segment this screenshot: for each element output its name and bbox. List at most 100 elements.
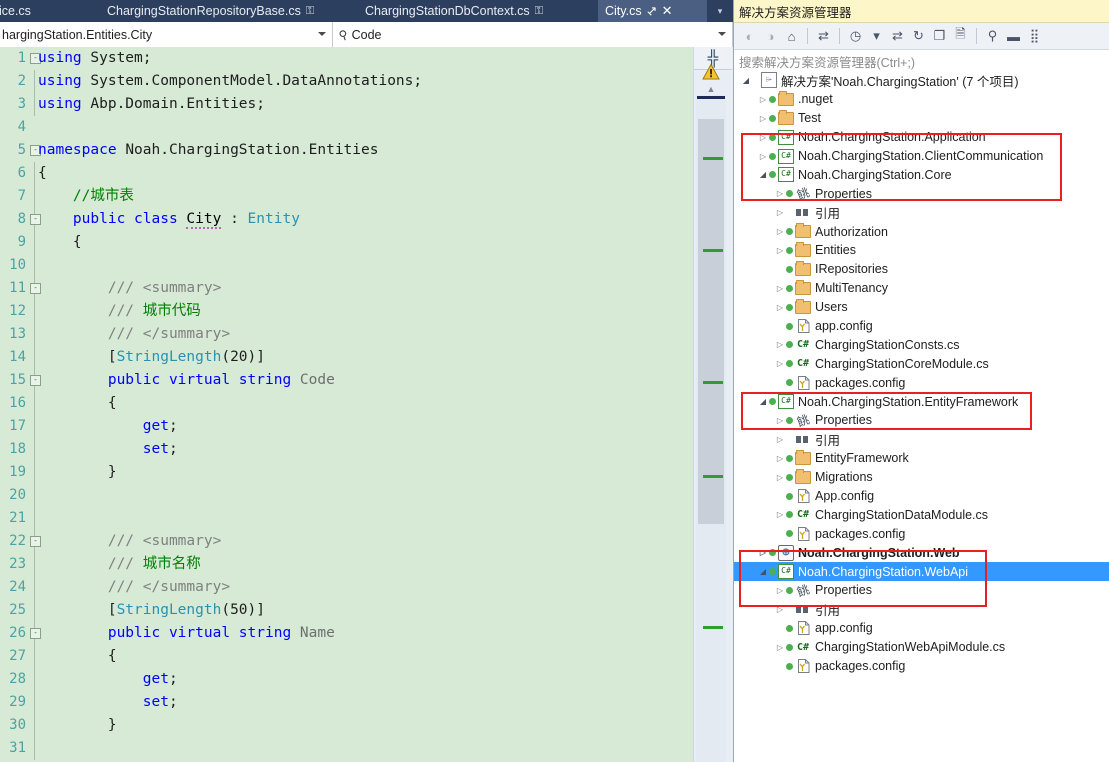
tree-item-25[interactable]: ▷⊕Noah.ChargingStation.Web <box>734 543 1109 562</box>
expander-closed-icon[interactable]: ▷ <box>774 600 786 618</box>
editor-tab-1[interactable]: ChargingStationRepositoryBase.cs⚿ <box>100 0 372 22</box>
expander-closed-icon[interactable]: ▷ <box>774 223 786 241</box>
solution-tree[interactable]: ◢⌲解决方案'Noah.ChargingStation' (7 个项目)▷.nu… <box>734 71 1109 762</box>
expander-closed-icon[interactable]: ▷ <box>774 204 786 222</box>
type-dropdown[interactable]: hargingStation.Entities.City <box>0 22 333 47</box>
tree-item-15[interactable]: ▷C#ChargingStationCoreModule.cs <box>734 354 1109 373</box>
expander-closed-icon[interactable]: ▷ <box>757 128 769 146</box>
code-line[interactable]: 3using Abp.Domain.Entities; <box>0 93 693 116</box>
tree-item-23[interactable]: ▷C#ChargingStationDataModule.cs <box>734 505 1109 524</box>
class-view-icon[interactable]: ⣿ <box>1025 27 1044 46</box>
editor-tab-3[interactable]: City.cs↥✕ <box>598 0 707 22</box>
code-line[interactable]: 15- public virtual string Code <box>0 369 693 392</box>
code-line[interactable]: 27 { <box>0 645 693 668</box>
code-content[interactable]: 1-using System;2using System.ComponentMo… <box>0 47 693 760</box>
code-line[interactable]: 28 get; <box>0 668 693 691</box>
code-line[interactable]: 2using System.ComponentModel.DataAnnotat… <box>0 70 693 93</box>
tree-item-24[interactable]: packages.config <box>734 524 1109 543</box>
expander-closed-icon[interactable]: ▷ <box>774 638 786 656</box>
expander-closed-icon[interactable]: ▷ <box>774 430 786 448</box>
expander-closed-icon[interactable]: ▷ <box>774 279 786 297</box>
pin-icon[interactable]: ↥ <box>640 0 663 22</box>
vertical-scrollbar-thumb[interactable] <box>698 119 724 524</box>
code-line[interactable]: 9 { <box>0 231 693 254</box>
expander-closed-icon[interactable]: ▷ <box>774 581 786 599</box>
tree-item-13[interactable]: app.config <box>734 317 1109 336</box>
dash-icon[interactable]: ▬ <box>1004 27 1023 46</box>
code-line[interactable]: 29 set; <box>0 691 693 714</box>
code-line[interactable]: 7 //城市表 <box>0 185 693 208</box>
tree-item-26[interactable]: ◢C#Noah.ChargingStation.WebApi <box>734 562 1109 581</box>
code-line[interactable]: 23 /// 城市名称 <box>0 553 693 576</box>
tree-item-9[interactable]: ▷Entities <box>734 241 1109 260</box>
code-line[interactable]: 21 <box>0 507 693 530</box>
tree-item-2[interactable]: ▷Test <box>734 109 1109 128</box>
code-line[interactable]: 20 <box>0 484 693 507</box>
expander-closed-icon[interactable]: ▷ <box>774 336 786 354</box>
editor-tab-0[interactable]: yService.cs <box>0 0 114 22</box>
tree-item-12[interactable]: ▷Users <box>734 298 1109 317</box>
code-line[interactable]: 30 } <box>0 714 693 737</box>
expander-closed-icon[interactable]: ▷ <box>774 185 786 203</box>
scroll-up-arrow[interactable]: ▲ <box>701 84 721 94</box>
expander-closed-icon[interactable]: ▷ <box>774 449 786 467</box>
expander-closed-icon[interactable]: ▷ <box>774 506 786 524</box>
tree-item-30[interactable]: ▷C#ChargingStationWebApiModule.cs <box>734 638 1109 657</box>
pending-changes-filter-icon[interactable]: ◷ <box>846 27 865 46</box>
tree-item-10[interactable]: IRepositories <box>734 260 1109 279</box>
back-icon[interactable]: ◐ <box>740 27 759 46</box>
code-line[interactable]: 18 set; <box>0 438 693 461</box>
tree-item-6[interactable]: ▷餆Properties <box>734 184 1109 203</box>
expander-closed-icon[interactable]: ▷ <box>757 109 769 127</box>
tree-item-27[interactable]: ▷餆Properties <box>734 581 1109 600</box>
code-line[interactable]: 11- /// <summary> <box>0 277 693 300</box>
expander-closed-icon[interactable]: ▷ <box>757 147 769 165</box>
tree-item-4[interactable]: ▷C#Noah.ChargingStation.ClientCommunicat… <box>734 147 1109 166</box>
chevron-down-icon[interactable]: ▾ <box>867 27 886 46</box>
code-line[interactable]: 25 [StringLength(50)] <box>0 599 693 622</box>
tree-item-14[interactable]: ▷C#ChargingStationConsts.cs <box>734 335 1109 354</box>
code-line[interactable]: 17 get; <box>0 415 693 438</box>
sync-icon[interactable]: ⇄ <box>888 27 907 46</box>
show-all-files-icon[interactable]: 🗎 <box>951 27 970 46</box>
code-line[interactable]: 22- /// <summary> <box>0 530 693 553</box>
tree-item-8[interactable]: ▷Authorization <box>734 222 1109 241</box>
code-line[interactable]: 24 /// </summary> <box>0 576 693 599</box>
tree-item-0[interactable]: ◢⌲解决方案'Noah.ChargingStation' (7 个项目) <box>734 71 1109 90</box>
warning-icon[interactable] <box>702 63 720 81</box>
code-line[interactable]: 8- public class City : Entity <box>0 208 693 231</box>
expander-closed-icon[interactable]: ▷ <box>757 544 769 562</box>
code-line[interactable]: 1-using System; <box>0 47 693 70</box>
code-line[interactable]: 31 <box>0 737 693 760</box>
code-line[interactable]: 26- public virtual string Name <box>0 622 693 645</box>
expander-closed-icon[interactable]: ▷ <box>757 90 769 108</box>
tree-item-5[interactable]: ◢C#Noah.ChargingStation.Core <box>734 165 1109 184</box>
code-line[interactable]: 12 /// 城市代码 <box>0 300 693 323</box>
code-editor-surface[interactable]: 1-using System;2using System.ComponentMo… <box>0 47 693 762</box>
tree-item-17[interactable]: ◢C#Noah.ChargingStation.EntityFramework <box>734 392 1109 411</box>
collapse-all-icon[interactable]: ❐ <box>930 27 949 46</box>
code-line[interactable]: 10 <box>0 254 693 277</box>
code-line[interactable]: 4 <box>0 116 693 139</box>
solution-explorer-search-input[interactable]: 搜索解决方案资源管理器(Ctrl+;) <box>734 50 1109 73</box>
code-line[interactable]: 16 { <box>0 392 693 415</box>
tree-item-31[interactable]: packages.config <box>734 657 1109 676</box>
expander-closed-icon[interactable]: ▷ <box>774 298 786 316</box>
tree-item-20[interactable]: ▷EntityFramework <box>734 449 1109 468</box>
tree-item-16[interactable]: packages.config <box>734 373 1109 392</box>
expander-open-icon[interactable]: ◢ <box>757 166 769 184</box>
tree-item-7[interactable]: ▷引用 <box>734 203 1109 222</box>
tree-item-3[interactable]: ▷C#Noah.ChargingStation.Application <box>734 128 1109 147</box>
code-line[interactable]: 13 /// </summary> <box>0 323 693 346</box>
tree-item-18[interactable]: ▷餆Properties <box>734 411 1109 430</box>
member-dropdown[interactable]: ⚲ Code <box>333 22 733 47</box>
tree-item-11[interactable]: ▷MultiTenancy <box>734 279 1109 298</box>
refresh-icon[interactable]: ↻ <box>909 27 928 46</box>
editor-tab-2[interactable]: ChargingStationDbContext.cs⚿ <box>358 0 612 22</box>
tree-item-29[interactable]: app.config <box>734 619 1109 638</box>
expander-closed-icon[interactable]: ▷ <box>774 355 786 373</box>
tree-item-22[interactable]: App.config <box>734 487 1109 506</box>
home-icon[interactable]: ⌂ <box>782 27 801 46</box>
expander-closed-icon[interactable]: ▷ <box>774 241 786 259</box>
sync-with-active-document-icon[interactable]: ⇄ <box>814 27 833 46</box>
